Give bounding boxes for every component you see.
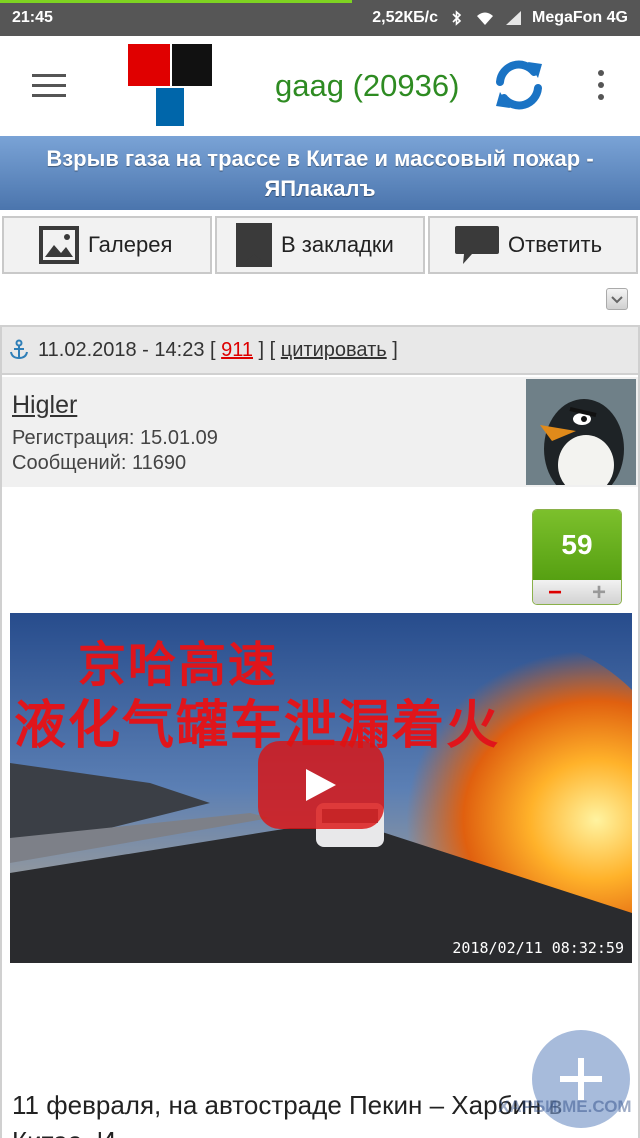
video-timestamp: 2018/02/11 08:32:59	[452, 939, 624, 957]
bookmark-label: В закладки	[281, 232, 394, 257]
status-right: 2,52КБ/с MegaFon 4G	[372, 9, 628, 27]
status-time: 21:45	[12, 9, 53, 26]
app-bar: gaag (20936)	[0, 36, 640, 136]
gallery-label: Галерея	[88, 232, 173, 257]
status-bar: 21:45 2,52КБ/с MegaFon 4G	[0, 0, 640, 36]
video-embed[interactable]: 京哈高速 液化气罐车泄漏着火 2018/02/11 08:32:59	[10, 613, 632, 963]
bookmark-button[interactable]: В закладки	[215, 216, 425, 274]
more-icon[interactable]	[596, 70, 606, 104]
bookmark-icon	[236, 223, 272, 267]
image-icon	[39, 226, 79, 264]
author-box: Higler Регистрация: 15.01.09 Сообщений: …	[2, 377, 638, 487]
gallery-button[interactable]: Галерея	[2, 216, 212, 274]
signal-icon	[505, 11, 521, 25]
menu-icon[interactable]	[32, 74, 66, 97]
author-messages: Сообщений: 11690	[12, 452, 187, 474]
reply-button[interactable]: Ответить	[428, 216, 638, 274]
author-registration: Регистрация: 15.01.09	[12, 427, 218, 449]
avatar[interactable]	[526, 379, 636, 485]
watermark: ХАРБИ.МЕ.СОМ	[498, 1097, 632, 1116]
wifi-icon	[476, 12, 493, 25]
post-date: 11.02.2018 - 14:23	[38, 338, 205, 361]
page-load-progress	[0, 0, 352, 3]
rating-widget: 59 − +	[532, 509, 622, 605]
collapse-toggle-icon[interactable]	[606, 288, 628, 310]
reply-label: Ответить	[508, 232, 603, 257]
video-caption-line2: 液化气罐车泄漏着火	[14, 696, 501, 756]
post: 11.02.2018 - 14:23 [ 911 ] [ цитировать …	[0, 325, 640, 1138]
topic-title: Взрыв газа на трассе в Китае и массовый …	[0, 136, 640, 210]
rating-value: 59	[533, 510, 621, 580]
play-icon[interactable]	[258, 741, 384, 829]
bluetooth-icon	[452, 10, 462, 26]
post-number-link[interactable]: 911	[221, 339, 253, 362]
topic-actions: Галерея В закладки Ответить	[0, 216, 640, 274]
vote-up-button[interactable]: +	[577, 579, 621, 604]
comment-icon	[455, 226, 499, 264]
anchor-icon[interactable]	[8, 339, 30, 361]
refresh-icon[interactable]	[490, 56, 548, 114]
carrier: MegaFon 4G	[531, 9, 628, 26]
site-logo[interactable]	[128, 44, 214, 128]
post-header: 11.02.2018 - 14:23 [ 911 ] [ цитировать …	[2, 327, 638, 375]
rating-controls: − +	[533, 579, 621, 604]
username-link[interactable]: gaag (20936)	[275, 68, 459, 104]
author-name-link[interactable]: Higler	[12, 391, 77, 420]
vote-down-button[interactable]: −	[533, 579, 577, 604]
quote-link[interactable]: цитировать	[281, 339, 387, 362]
net-speed: 2,52КБ/с	[372, 9, 438, 26]
